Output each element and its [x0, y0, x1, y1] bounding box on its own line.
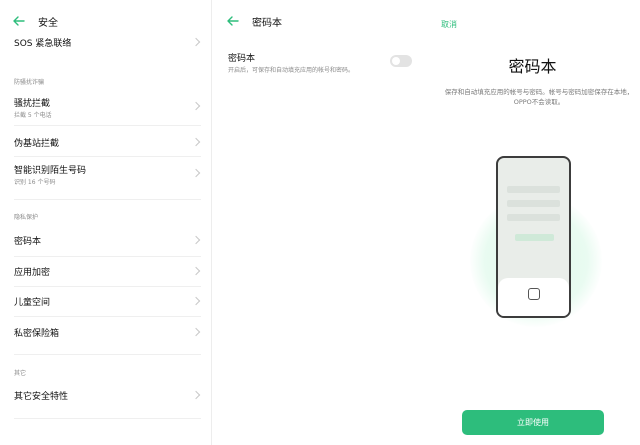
divider: [14, 418, 201, 419]
fake-station-item[interactable]: 伪基站拦截: [0, 134, 211, 152]
kids-space-item[interactable]: 儿童空间: [0, 293, 211, 311]
phone-illustration: [496, 156, 571, 318]
section-header-fraud: 防骚扰诈骗: [14, 79, 45, 86]
private-safe-label: 私密保险箱: [14, 329, 60, 339]
chevron-right-icon: [191, 327, 201, 337]
divider: [14, 156, 201, 157]
left-title: 安全: [38, 17, 58, 29]
chevron-right-icon: [191, 296, 201, 306]
smart-id-sub: 识别 16 个号码: [14, 179, 56, 186]
other-security-item[interactable]: 其它安全特性: [0, 387, 211, 405]
app-lock-label: 应用加密: [14, 268, 51, 278]
chevron-right-icon: [191, 137, 201, 147]
app-lock-item[interactable]: 应用加密: [0, 263, 211, 281]
section-header-other: 其它: [14, 370, 27, 377]
chevron-right-icon: [191, 168, 201, 178]
divider: [14, 199, 201, 200]
chevron-right-icon: [191, 101, 201, 111]
illustration-button: [515, 234, 554, 241]
smart-id-item[interactable]: 智能识别陌生号码 识别 16 个号码: [0, 163, 211, 187]
harassment-label: 骚扰拦截: [14, 99, 51, 109]
middle-title: 密码本: [252, 17, 282, 29]
kids-space-label: 儿童空间: [14, 298, 51, 308]
divider: [14, 354, 201, 355]
divider: [14, 125, 201, 126]
illustration-sheet: [498, 278, 569, 316]
password-book-label: 密码本: [14, 237, 42, 247]
sos-label: SOS 紧急联络: [14, 39, 72, 49]
back-arrow-icon[interactable]: [12, 14, 26, 28]
other-security-label: 其它安全特性: [14, 392, 69, 402]
back-arrow-icon[interactable]: [226, 14, 240, 28]
use-now-button[interactable]: 立即使用: [462, 410, 604, 435]
password-book-intro-panel: 取消 密码本 保存和自动填充应用的帐号与密码。帐号与密码加密保存在本地，OPPO…: [425, 0, 640, 445]
chevron-right-icon: [191, 266, 201, 276]
private-safe-item[interactable]: 私密保险箱: [0, 324, 211, 342]
smart-id-label: 智能识别陌生号码: [14, 166, 87, 176]
fake-station-label: 伪基站拦截: [14, 139, 60, 149]
left-header: 安全: [12, 10, 58, 32]
screen-root: 安全 SOS 紧急联络 防骚扰诈骗 骚扰拦截 拦截 5 个电话 伪基站拦截 智能…: [0, 0, 640, 445]
password-book-settings-panel: 密码本 密码本 开启后，可保存和自动填充应用的帐号和密码。: [212, 0, 425, 445]
password-book-setting-label: 密码本: [228, 54, 256, 64]
illustration-bar: [507, 200, 560, 207]
divider: [14, 316, 201, 317]
harassment-block-item[interactable]: 骚扰拦截 拦截 5 个电话: [0, 96, 211, 120]
cancel-button[interactable]: 取消: [441, 19, 457, 30]
section-header-privacy: 隐私保护: [14, 214, 39, 221]
chevron-right-icon: [191, 390, 201, 400]
password-book-toggle[interactable]: [390, 55, 412, 67]
illustration-bar: [507, 214, 560, 221]
chevron-right-icon: [191, 235, 201, 245]
divider: [14, 256, 201, 257]
middle-header: 密码本: [226, 10, 282, 32]
password-book-item[interactable]: 密码本: [0, 232, 211, 250]
divider: [14, 286, 201, 287]
intro-title: 密码本: [508, 57, 557, 76]
sos-contact-item[interactable]: SOS 紧急联络: [0, 33, 211, 51]
security-settings-panel: 安全 SOS 紧急联络 防骚扰诈骗 骚扰拦截 拦截 5 个电话 伪基站拦截 智能…: [0, 0, 211, 445]
lock-icon: [528, 288, 540, 300]
intro-description: 保存和自动填充应用的帐号与密码。帐号与密码加密保存在本地，OPPO不会读取。: [444, 88, 634, 106]
password-book-setting-desc: 开启后，可保存和自动填充应用的帐号和密码。: [228, 67, 355, 74]
chevron-right-icon: [191, 37, 201, 47]
harassment-sub: 拦截 5 个电话: [14, 112, 52, 119]
illustration-bar: [507, 186, 560, 193]
